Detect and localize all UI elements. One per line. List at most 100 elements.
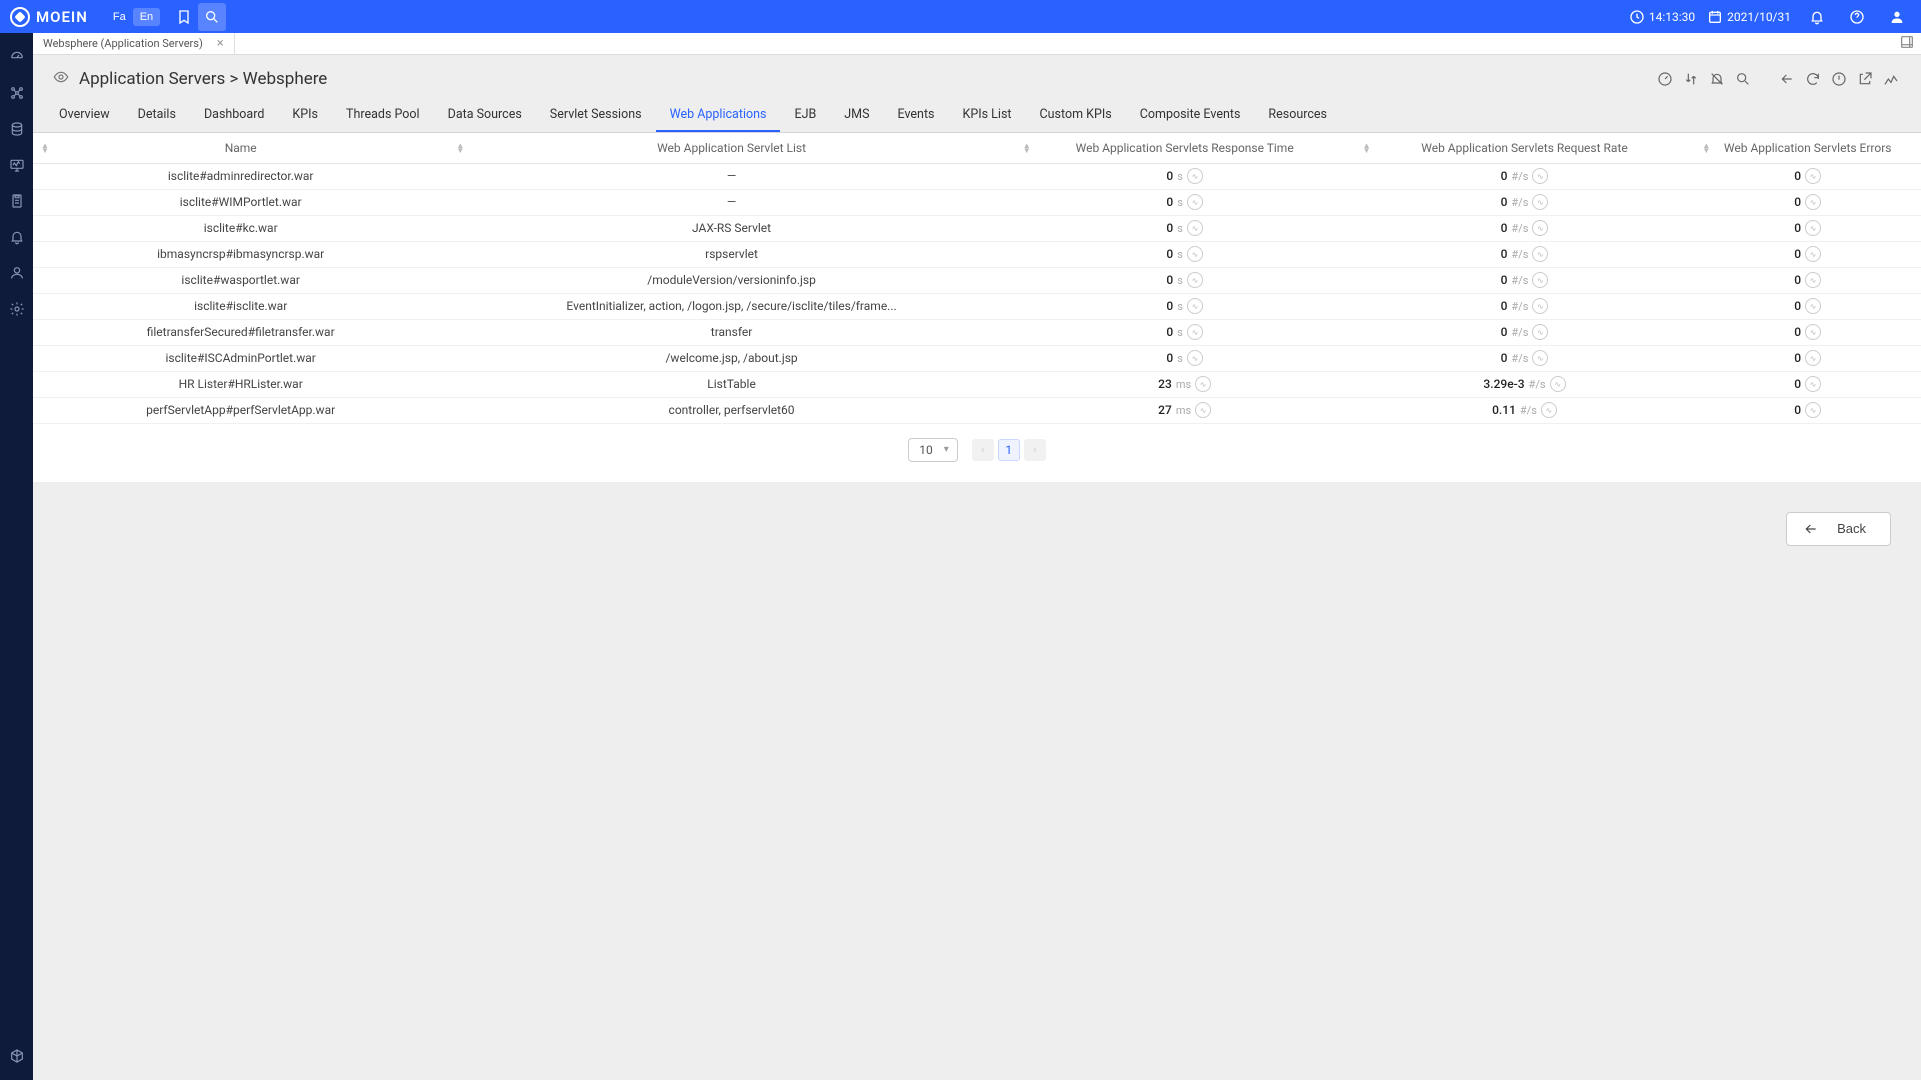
transfer-icon[interactable]	[1681, 69, 1701, 89]
current-page[interactable]: 1	[998, 439, 1020, 461]
external-icon[interactable]	[1855, 69, 1875, 89]
sparkline-icon[interactable]: ∿	[1187, 350, 1203, 366]
sub-tab-web-applications[interactable]: Web Applications	[656, 99, 781, 132]
table-row[interactable]: isclite#ISCAdminPortlet.war/welcome.jsp,…	[33, 345, 1921, 371]
sidebar-users-icon[interactable]	[7, 263, 27, 283]
search-icon[interactable]	[198, 3, 226, 31]
close-icon[interactable]: ×	[217, 36, 224, 51]
breadcrumb-parent[interactable]: Application Servers	[79, 69, 225, 89]
sparkline-icon[interactable]: ∿	[1532, 220, 1548, 236]
sub-tab-dashboard[interactable]: Dashboard	[190, 99, 278, 132]
column-header[interactable]: ▲▼Web Application Servlets Response Time	[1015, 133, 1355, 163]
sort-icon[interactable]: ▲▼	[456, 143, 464, 153]
back-arrow-icon[interactable]	[1777, 69, 1797, 89]
sidebar-settings-icon[interactable]	[7, 299, 27, 319]
sub-tab-data-sources[interactable]: Data Sources	[434, 99, 536, 132]
chart-icon[interactable]	[1881, 69, 1901, 89]
sparkline-icon[interactable]: ∿	[1532, 194, 1548, 210]
help-icon[interactable]	[1843, 3, 1871, 31]
lang-fa[interactable]: Fa	[106, 8, 133, 26]
sparkline-icon[interactable]: ∿	[1187, 272, 1203, 288]
sidebar-database-icon[interactable]	[7, 119, 27, 139]
table-row[interactable]: isclite#kc.warJAX-RS Servlet0 s ∿0 #/s ∿…	[33, 215, 1921, 241]
sub-tab-resources[interactable]: Resources	[1254, 99, 1341, 132]
sparkline-icon[interactable]: ∿	[1805, 168, 1821, 184]
search-action-icon[interactable]	[1733, 69, 1753, 89]
sparkline-icon[interactable]: ∿	[1532, 350, 1548, 366]
sidebar-topology-icon[interactable]	[7, 83, 27, 103]
sparkline-icon[interactable]: ∿	[1805, 376, 1821, 392]
bookmark-icon[interactable]	[170, 3, 198, 31]
document-tab[interactable]: Websphere (Application Servers) ×	[33, 33, 235, 54]
sub-tab-details[interactable]: Details	[124, 99, 190, 132]
sub-tab-events[interactable]: Events	[884, 99, 949, 132]
sub-tab-composite-events[interactable]: Composite Events	[1126, 99, 1255, 132]
back-button[interactable]: Back	[1786, 512, 1891, 546]
sparkline-icon[interactable]: ∿	[1532, 168, 1548, 184]
sub-tab-overview[interactable]: Overview	[45, 99, 124, 132]
sparkline-icon[interactable]: ∿	[1805, 272, 1821, 288]
user-icon[interactable]	[1883, 3, 1911, 31]
sparkline-icon[interactable]: ∿	[1187, 246, 1203, 262]
sidebar-alerts-icon[interactable]	[7, 227, 27, 247]
sparkline-icon[interactable]: ∿	[1550, 376, 1566, 392]
column-header[interactable]: ▲▼Web Application Servlet List	[448, 133, 1014, 163]
sparkline-icon[interactable]: ∿	[1805, 246, 1821, 262]
sub-tab-servlet-sessions[interactable]: Servlet Sessions	[536, 99, 656, 132]
table-row[interactable]: ibmasyncrsp#ibmasyncrsp.warrspservlet0 s…	[33, 241, 1921, 267]
sidebar-cube-icon[interactable]	[7, 1046, 27, 1066]
sidebar-dashboard-icon[interactable]	[7, 47, 27, 67]
sparkline-icon[interactable]: ∿	[1195, 402, 1211, 418]
sparkline-icon[interactable]: ∿	[1187, 168, 1203, 184]
column-header[interactable]: ▲▼Web Application Servlets Errors	[1694, 133, 1921, 163]
lang-en[interactable]: En	[133, 8, 160, 26]
sparkline-icon[interactable]: ∿	[1805, 298, 1821, 314]
table-row[interactable]: filetransferSecured#filetransfer.wartran…	[33, 319, 1921, 345]
sparkline-icon[interactable]: ∿	[1532, 324, 1548, 340]
sub-tab-threads-pool[interactable]: Threads Pool	[332, 99, 434, 132]
gauge-icon[interactable]	[1655, 69, 1675, 89]
sort-icon[interactable]: ▲▼	[1363, 143, 1371, 153]
sparkline-icon[interactable]: ∿	[1805, 194, 1821, 210]
prev-page-button[interactable]: ‹	[972, 439, 994, 461]
sidebar-reports-icon[interactable]	[7, 191, 27, 211]
sort-icon[interactable]: ▲▼	[1702, 143, 1710, 153]
sub-tab-custom-kpis[interactable]: Custom KPIs	[1026, 99, 1126, 132]
table-row[interactable]: isclite#adminredirector.war—0 s ∿0 #/s ∿…	[33, 163, 1921, 189]
sparkline-icon[interactable]: ∿	[1195, 376, 1211, 392]
sparkline-icon[interactable]: ∿	[1532, 298, 1548, 314]
refresh-icon[interactable]	[1803, 69, 1823, 89]
sub-tab-kpis[interactable]: KPIs	[278, 99, 332, 132]
sparkline-icon[interactable]: ∿	[1541, 402, 1557, 418]
cell-name: perfServletApp#perfServletApp.war	[33, 397, 448, 423]
sparkline-icon[interactable]: ∿	[1187, 194, 1203, 210]
page-size-select[interactable]: 10	[908, 438, 958, 462]
sparkline-icon[interactable]: ∿	[1805, 324, 1821, 340]
sparkline-icon[interactable]: ∿	[1805, 350, 1821, 366]
disable-alert-icon[interactable]	[1707, 69, 1727, 89]
warning-icon[interactable]	[1829, 69, 1849, 89]
table-row[interactable]: perfServletApp#perfServletApp.warcontrol…	[33, 397, 1921, 423]
sparkline-icon[interactable]: ∿	[1805, 402, 1821, 418]
table-row[interactable]: isclite#wasportlet.war/moduleVersion/ver…	[33, 267, 1921, 293]
notifications-icon[interactable]	[1803, 3, 1831, 31]
panel-grid-icon[interactable]	[1899, 34, 1915, 54]
sparkline-icon[interactable]: ∿	[1805, 220, 1821, 236]
sort-icon[interactable]: ▲▼	[41, 143, 49, 153]
sparkline-icon[interactable]: ∿	[1187, 220, 1203, 236]
sub-tab-kpis-list[interactable]: KPIs List	[949, 99, 1026, 132]
sparkline-icon[interactable]: ∿	[1187, 298, 1203, 314]
sub-tab-ejb[interactable]: EJB	[780, 99, 830, 132]
column-header[interactable]: ▲▼Web Application Servlets Request Rate	[1355, 133, 1695, 163]
sparkline-icon[interactable]: ∿	[1187, 324, 1203, 340]
column-header[interactable]: ▲▼Name	[33, 133, 448, 163]
sparkline-icon[interactable]: ∿	[1532, 246, 1548, 262]
sparkline-icon[interactable]: ∿	[1532, 272, 1548, 288]
table-row[interactable]: isclite#isclite.warEventInitializer, act…	[33, 293, 1921, 319]
sort-icon[interactable]: ▲▼	[1023, 143, 1031, 153]
sidebar-monitor-icon[interactable]	[7, 155, 27, 175]
sub-tab-jms[interactable]: JMS	[830, 99, 883, 132]
table-row[interactable]: HR Lister#HRLister.warListTable23 ms ∿3.…	[33, 371, 1921, 397]
table-row[interactable]: isclite#WIMPortlet.war—0 s ∿0 #/s ∿0 ∿	[33, 189, 1921, 215]
next-page-button[interactable]: ›	[1024, 439, 1046, 461]
